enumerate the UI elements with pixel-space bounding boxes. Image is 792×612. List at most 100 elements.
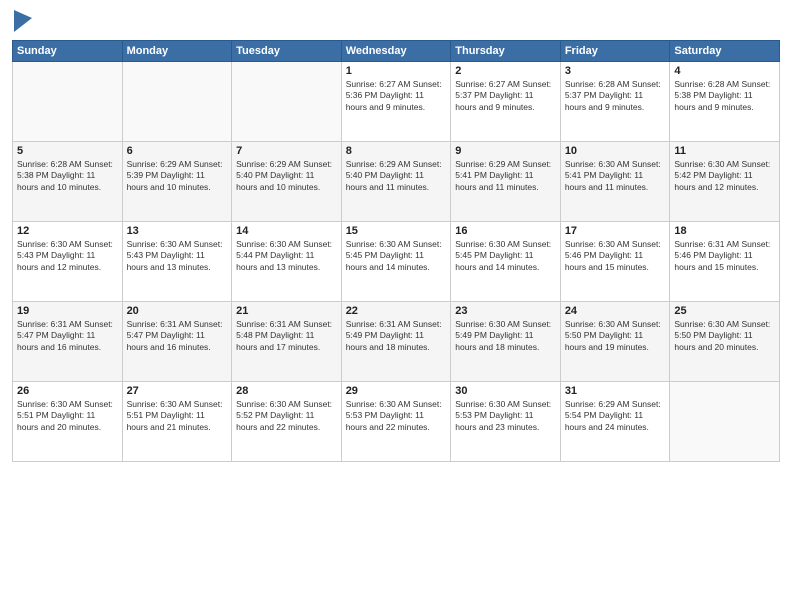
- day-info: Sunrise: 6:30 AM Sunset: 5:46 PM Dayligh…: [565, 239, 666, 273]
- logo: [12, 10, 32, 32]
- day-header-friday: Friday: [560, 41, 670, 62]
- calendar-day-cell: 22Sunrise: 6:31 AM Sunset: 5:49 PM Dayli…: [341, 302, 451, 382]
- calendar-day-cell: 17Sunrise: 6:30 AM Sunset: 5:46 PM Dayli…: [560, 222, 670, 302]
- day-number: 26: [17, 385, 118, 397]
- calendar-day-cell: 27 Sunrise: 6:30 AM Sunset: 5:51 PM Dayli…: [122, 382, 232, 462]
- day-info: Sunrise: 6:31 AM Sunset: 5:47 PM Dayligh…: [127, 319, 228, 353]
- day-number: 14: [236, 225, 337, 237]
- day-number: 31: [565, 385, 666, 397]
- day-header-thursday: Thursday: [451, 41, 561, 62]
- day-info: Sunrise: 6:30 AM Sunset: 5:45 PM Dayligh…: [455, 239, 556, 273]
- calendar-day-cell: 25Sunrise: 6:30 AM Sunset: 5:50 PM Dayli…: [670, 302, 780, 382]
- day-number: 23: [455, 305, 556, 317]
- calendar-week-row: 12 Sunrise: 6:30 AM Sunset: 5:43 PM Dayli…: [13, 222, 780, 302]
- calendar-day-cell: 6 Sunrise: 6:29 AM Sunset: 5:39 PM Daylig…: [122, 142, 232, 222]
- calendar-day-cell: [232, 62, 342, 142]
- calendar-day-cell: 14 Sunrise: 6:30 AM Sunset: 5:44 PM Dayli…: [232, 222, 342, 302]
- day-number: 10: [565, 145, 666, 157]
- day-number: 27: [127, 385, 228, 397]
- day-info: Sunrise: 6:30 AM Sunset: 5:52 PM Dayligh…: [236, 399, 337, 433]
- day-info: Sunrise: 6:30 AM Sunset: 5:53 PM Dayligh…: [455, 399, 556, 433]
- day-info: Sunrise: 6:28 AM Sunset: 5:38 PM Dayligh…: [674, 79, 775, 113]
- day-number: 22: [346, 305, 447, 317]
- calendar-day-cell: 29 Sunrise: 6:30 AM Sunset: 5:53 PM Dayli…: [341, 382, 451, 462]
- header: [12, 10, 780, 32]
- day-info: Sunrise: 6:30 AM Sunset: 5:51 PM Dayligh…: [127, 399, 228, 433]
- calendar-day-cell: [122, 62, 232, 142]
- day-number: 9: [455, 145, 556, 157]
- calendar-day-cell: 15 Sunrise: 6:30 AM Sunset: 5:45 PM Dayli…: [341, 222, 451, 302]
- day-info: Sunrise: 6:30 AM Sunset: 5:53 PM Dayligh…: [346, 399, 447, 433]
- day-header-saturday: Saturday: [670, 41, 780, 62]
- day-number: 6: [127, 145, 228, 157]
- calendar-week-row: 1 Sunrise: 6:27 AM Sunset: 5:36 PM Daylig…: [13, 62, 780, 142]
- day-header-wednesday: Wednesday: [341, 41, 451, 62]
- day-number: 15: [346, 225, 447, 237]
- day-header-monday: Monday: [122, 41, 232, 62]
- day-number: 7: [236, 145, 337, 157]
- calendar-day-cell: 4 Sunrise: 6:28 AM Sunset: 5:38 PM Daylig…: [670, 62, 780, 142]
- calendar-day-cell: [670, 382, 780, 462]
- day-number: 8: [346, 145, 447, 157]
- day-header-tuesday: Tuesday: [232, 41, 342, 62]
- calendar-day-cell: 9 Sunrise: 6:29 AM Sunset: 5:41 PM Daylig…: [451, 142, 561, 222]
- day-info: Sunrise: 6:30 AM Sunset: 5:44 PM Dayligh…: [236, 239, 337, 273]
- day-number: 16: [455, 225, 556, 237]
- logo-icon: [14, 10, 32, 32]
- calendar-day-cell: 7 Sunrise: 6:29 AM Sunset: 5:40 PM Daylig…: [232, 142, 342, 222]
- day-info: Sunrise: 6:30 AM Sunset: 5:43 PM Dayligh…: [17, 239, 118, 273]
- day-number: 3: [565, 65, 666, 77]
- day-info: Sunrise: 6:30 AM Sunset: 5:49 PM Dayligh…: [455, 319, 556, 353]
- calendar-day-cell: 5 Sunrise: 6:28 AM Sunset: 5:38 PM Daylig…: [13, 142, 123, 222]
- day-info: Sunrise: 6:31 AM Sunset: 5:48 PM Dayligh…: [236, 319, 337, 353]
- calendar-day-cell: 30 Sunrise: 6:30 AM Sunset: 5:53 PM Dayli…: [451, 382, 561, 462]
- day-info: Sunrise: 6:30 AM Sunset: 5:45 PM Dayligh…: [346, 239, 447, 273]
- calendar-week-row: 5 Sunrise: 6:28 AM Sunset: 5:38 PM Daylig…: [13, 142, 780, 222]
- calendar-day-cell: 12 Sunrise: 6:30 AM Sunset: 5:43 PM Dayli…: [13, 222, 123, 302]
- day-number: 12: [17, 225, 118, 237]
- day-number: 21: [236, 305, 337, 317]
- calendar-container: SundayMondayTuesdayWednesdayThursdayFrid…: [0, 0, 792, 612]
- day-info: Sunrise: 6:30 AM Sunset: 5:43 PM Dayligh…: [127, 239, 228, 273]
- calendar-day-cell: 3Sunrise: 6:28 AM Sunset: 5:37 PM Daylig…: [560, 62, 670, 142]
- calendar-day-cell: 24 Sunrise: 6:30 AM Sunset: 5:50 PM Dayli…: [560, 302, 670, 382]
- calendar-day-cell: 23 Sunrise: 6:30 AM Sunset: 5:49 PM Dayli…: [451, 302, 561, 382]
- day-number: 5: [17, 145, 118, 157]
- calendar-header-row: SundayMondayTuesdayWednesdayThursdayFrid…: [13, 41, 780, 62]
- calendar-day-cell: 10Sunrise: 6:30 AM Sunset: 5:41 PM Dayli…: [560, 142, 670, 222]
- calendar-day-cell: 19Sunrise: 6:31 AM Sunset: 5:47 PM Dayli…: [13, 302, 123, 382]
- calendar-day-cell: 16 Sunrise: 6:30 AM Sunset: 5:45 PM Dayli…: [451, 222, 561, 302]
- day-info: Sunrise: 6:30 AM Sunset: 5:42 PM Dayligh…: [674, 159, 775, 193]
- calendar-table: SundayMondayTuesdayWednesdayThursdayFrid…: [12, 40, 780, 462]
- day-number: 24: [565, 305, 666, 317]
- calendar-day-cell: 11Sunrise: 6:30 AM Sunset: 5:42 PM Dayli…: [670, 142, 780, 222]
- day-info: Sunrise: 6:29 AM Sunset: 5:40 PM Dayligh…: [236, 159, 337, 193]
- day-info: Sunrise: 6:30 AM Sunset: 5:50 PM Dayligh…: [674, 319, 775, 353]
- calendar-day-cell: 28 Sunrise: 6:30 AM Sunset: 5:52 PM Dayli…: [232, 382, 342, 462]
- day-number: 2: [455, 65, 556, 77]
- day-number: 4: [674, 65, 775, 77]
- calendar-day-cell: 26Sunrise: 6:30 AM Sunset: 5:51 PM Dayli…: [13, 382, 123, 462]
- day-info: Sunrise: 6:28 AM Sunset: 5:38 PM Dayligh…: [17, 159, 118, 193]
- day-info: Sunrise: 6:27 AM Sunset: 5:36 PM Dayligh…: [346, 79, 447, 113]
- calendar-day-cell: 2 Sunrise: 6:27 AM Sunset: 5:37 PM Daylig…: [451, 62, 561, 142]
- day-number: 30: [455, 385, 556, 397]
- calendar-day-cell: [13, 62, 123, 142]
- day-info: Sunrise: 6:29 AM Sunset: 5:39 PM Dayligh…: [127, 159, 228, 193]
- calendar-day-cell: 18Sunrise: 6:31 AM Sunset: 5:46 PM Dayli…: [670, 222, 780, 302]
- day-number: 20: [127, 305, 228, 317]
- day-number: 1: [346, 65, 447, 77]
- calendar-day-cell: 13 Sunrise: 6:30 AM Sunset: 5:43 PM Dayli…: [122, 222, 232, 302]
- calendar-day-cell: 8 Sunrise: 6:29 AM Sunset: 5:40 PM Daylig…: [341, 142, 451, 222]
- day-number: 28: [236, 385, 337, 397]
- day-number: 13: [127, 225, 228, 237]
- calendar-week-row: 19 Sunrise: 6:31 AM Sunset: 5:47 PM Dayli…: [13, 302, 780, 382]
- day-info: Sunrise: 6:27 AM Sunset: 5:37 PM Dayligh…: [455, 79, 556, 113]
- calendar-day-cell: 21 Sunrise: 6:31 AM Sunset: 5:48 PM Dayli…: [232, 302, 342, 382]
- day-number: 29: [346, 385, 447, 397]
- day-info: Sunrise: 6:30 AM Sunset: 5:50 PM Dayligh…: [565, 319, 666, 353]
- day-number: 19: [17, 305, 118, 317]
- day-info: Sunrise: 6:29 AM Sunset: 5:40 PM Dayligh…: [346, 159, 447, 193]
- day-info: Sunrise: 6:29 AM Sunset: 5:41 PM Dayligh…: [455, 159, 556, 193]
- day-header-sunday: Sunday: [13, 41, 123, 62]
